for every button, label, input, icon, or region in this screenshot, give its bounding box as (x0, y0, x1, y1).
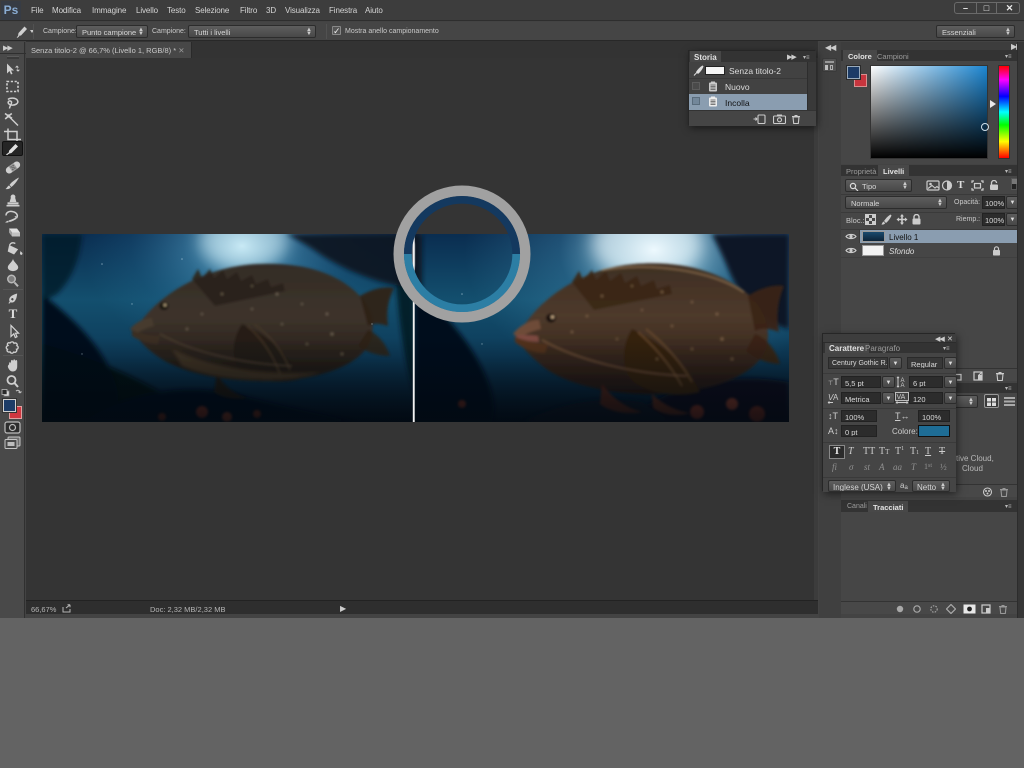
svg-text:A: A (833, 393, 839, 402)
svg-text:A: A (901, 383, 905, 388)
svg-text:VA: VA (897, 394, 906, 401)
